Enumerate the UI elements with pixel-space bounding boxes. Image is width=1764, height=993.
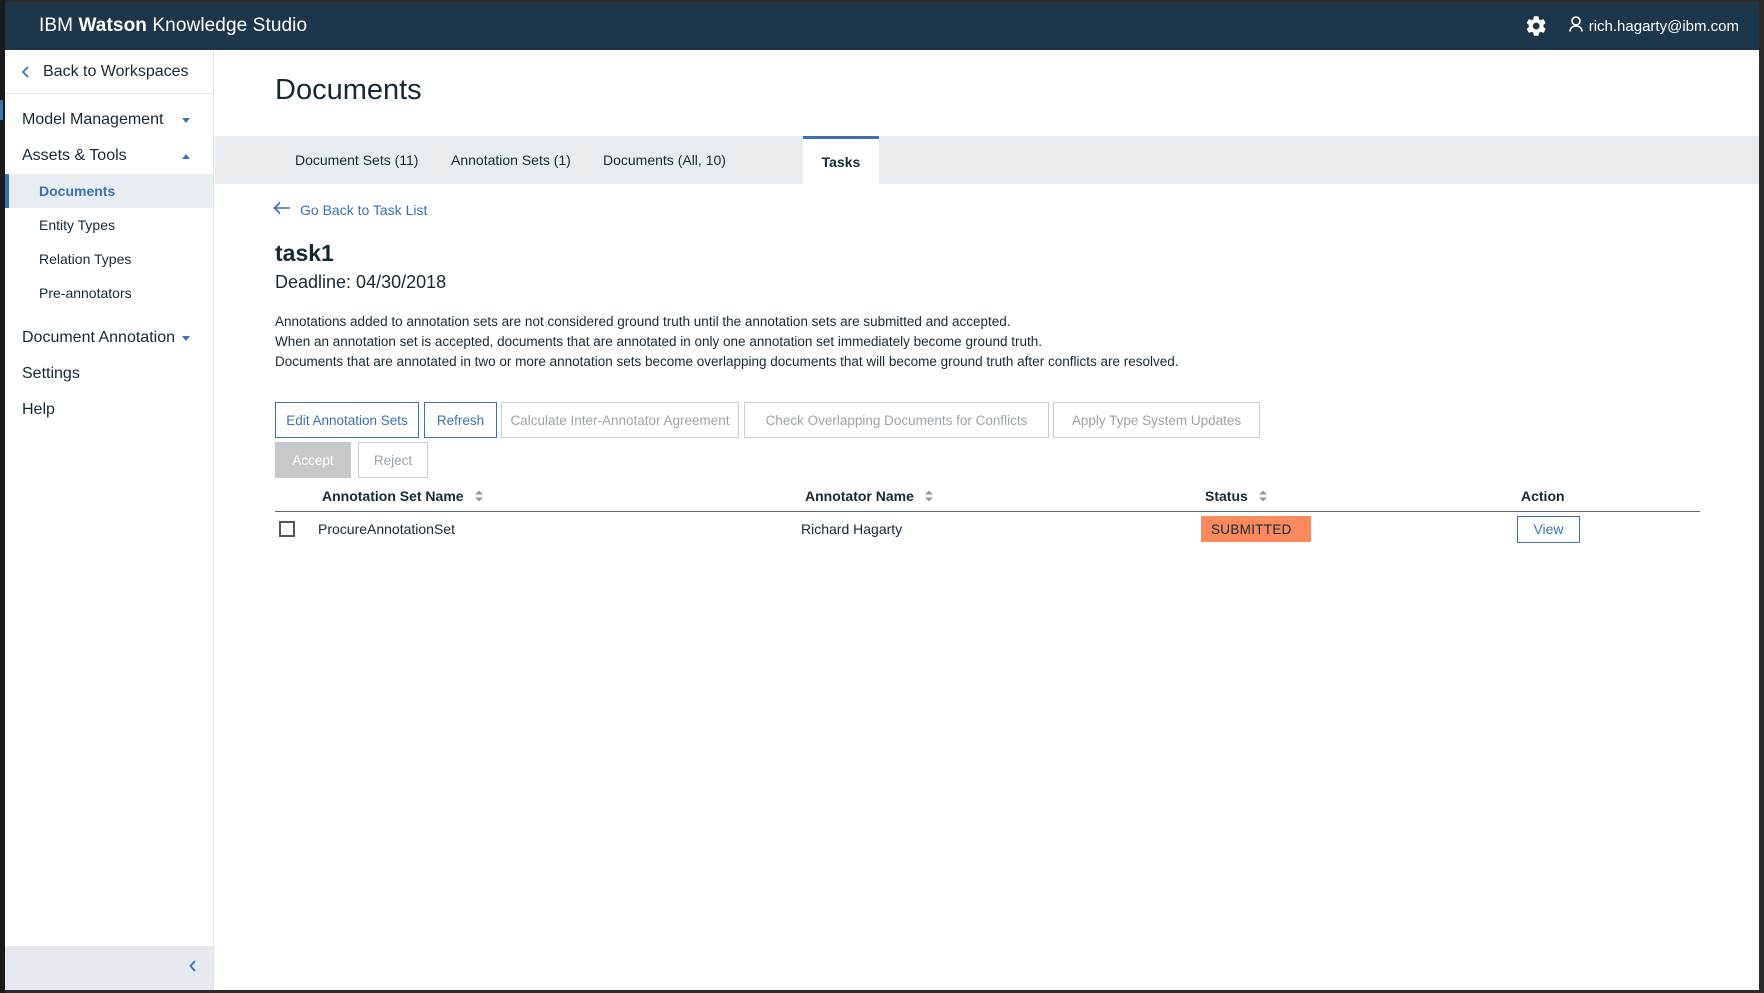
sidebar: Back to Workspaces Model Management Asse… (5, 50, 214, 990)
description-line: When an annotation set is accepted, docu… (275, 334, 1042, 349)
reject-button[interactable]: Reject (358, 442, 428, 478)
status-cell: SUBMITTED (1201, 512, 1311, 546)
sidebar-item-settings[interactable]: Settings (5, 356, 213, 392)
page-title: Documents (275, 74, 422, 106)
tab-documents-all[interactable]: Documents (All, 10) (603, 136, 726, 184)
sidebar-group-assets-tools[interactable]: Assets & Tools (5, 138, 213, 174)
gear-icon[interactable] (1525, 15, 1547, 37)
sidebar-group-label: Assets & Tools (22, 147, 127, 164)
sidebar-group-label: Model Management (22, 111, 164, 128)
top-header: IBM Watson Knowledge Studio rich.hagarty… (5, 2, 1759, 50)
refresh-button[interactable]: Refresh (424, 402, 497, 438)
status-badge: SUBMITTED (1201, 516, 1311, 542)
user-menu[interactable]: rich.hagarty@ibm.com (1568, 16, 1739, 36)
check-overlapping-button[interactable]: Check Overlapping Documents for Conflict… (744, 402, 1049, 438)
view-button[interactable]: View (1517, 515, 1580, 543)
window-edge-accent (0, 100, 3, 120)
chevron-left-icon (189, 959, 197, 977)
annotation-sets-table: Annotation Set Name Annotator Name Statu… (275, 480, 1700, 546)
tab-annotation-sets[interactable]: Annotation Sets (1) (451, 136, 571, 184)
main-content: Documents Document Sets (11) Annotation … (215, 50, 1759, 990)
sidebar-item-relation-types[interactable]: Relation Types (5, 242, 213, 276)
table-header: Annotation Set Name Annotator Name Statu… (275, 480, 1700, 512)
sidebar-group-document-annotation[interactable]: Document Annotation (5, 320, 213, 356)
sidebar-collapse-button[interactable] (5, 946, 213, 990)
tab-tasks[interactable]: Tasks (803, 136, 879, 184)
column-label: Annotation Set Name (322, 488, 464, 504)
caret-down-icon (181, 333, 191, 343)
header-actions: rich.hagarty@ibm.com (1525, 2, 1739, 50)
back-to-task-list-label: Go Back to Task List (300, 201, 428, 218)
column-label: Action (1521, 488, 1565, 504)
edit-annotation-sets-button[interactable]: Edit Annotation Sets (275, 402, 419, 438)
column-label: Annotator Name (805, 488, 914, 504)
brand-prefix: IBM (39, 15, 74, 36)
calculate-iaa-button[interactable]: Calculate Inter-Annotator Agreement (501, 402, 739, 438)
apply-type-system-button[interactable]: Apply Type System Updates (1053, 402, 1260, 438)
row-checkbox[interactable] (279, 521, 295, 537)
back-to-workspaces-label: Back to Workspaces (43, 62, 189, 80)
back-to-workspaces-link[interactable]: Back to Workspaces (5, 50, 213, 94)
task-description: Annotations added to annotation sets are… (275, 312, 1179, 372)
tab-bar: Document Sets (11) Annotation Sets (1) D… (215, 136, 1759, 184)
column-header-annotator[interactable]: Annotator Name (805, 480, 934, 512)
sort-icon[interactable] (1258, 489, 1268, 503)
sidebar-item-documents[interactable]: Documents (5, 174, 213, 208)
column-label: Status (1205, 488, 1248, 504)
row-select-cell (279, 512, 295, 546)
brand-bold: Watson (78, 15, 147, 36)
action-cell: View (1517, 512, 1580, 546)
sort-icon[interactable] (474, 489, 484, 503)
column-header-set-name[interactable]: Annotation Set Name (322, 480, 484, 512)
description-line: Documents that are annotated in two or m… (275, 354, 1179, 369)
sidebar-group-model-management[interactable]: Model Management (5, 102, 213, 138)
user-email: rich.hagarty@ibm.com (1588, 17, 1739, 35)
sidebar-item-entity-types[interactable]: Entity Types (5, 208, 213, 242)
chevron-left-icon (21, 65, 43, 78)
description-line: Annotations added to annotation sets are… (275, 314, 1011, 329)
caret-down-icon (181, 115, 191, 125)
sidebar-item-help[interactable]: Help (5, 392, 213, 428)
accept-button[interactable]: Accept (275, 442, 351, 478)
column-header-action: Action (1521, 480, 1565, 512)
user-icon (1568, 16, 1583, 36)
task-deadline: Deadline: 04/30/2018 (275, 272, 447, 292)
back-to-task-list-link[interactable]: Go Back to Task List (273, 201, 427, 218)
set-name-cell: ProcureAnnotationSet (318, 521, 455, 537)
sidebar-item-pre-annotators[interactable]: Pre-annotators (5, 276, 213, 310)
sidebar-group-label: Document Annotation (22, 329, 175, 346)
table-row: ProcureAnnotationSet Richard Hagarty SUB… (275, 512, 1700, 546)
task-title: task1 (275, 240, 334, 266)
caret-up-icon (181, 151, 191, 161)
tab-document-sets[interactable]: Document Sets (11) (295, 136, 418, 184)
column-header-status[interactable]: Status (1205, 480, 1268, 512)
app-window: IBM Watson Knowledge Studio rich.hagarty… (5, 2, 1759, 990)
brand-suffix: Knowledge Studio (152, 15, 308, 36)
arrow-left-icon (273, 201, 291, 218)
sort-icon[interactable] (924, 489, 934, 503)
annotator-cell: Richard Hagarty (801, 521, 903, 537)
product-brand[interactable]: IBM Watson Knowledge Studio (39, 15, 307, 37)
